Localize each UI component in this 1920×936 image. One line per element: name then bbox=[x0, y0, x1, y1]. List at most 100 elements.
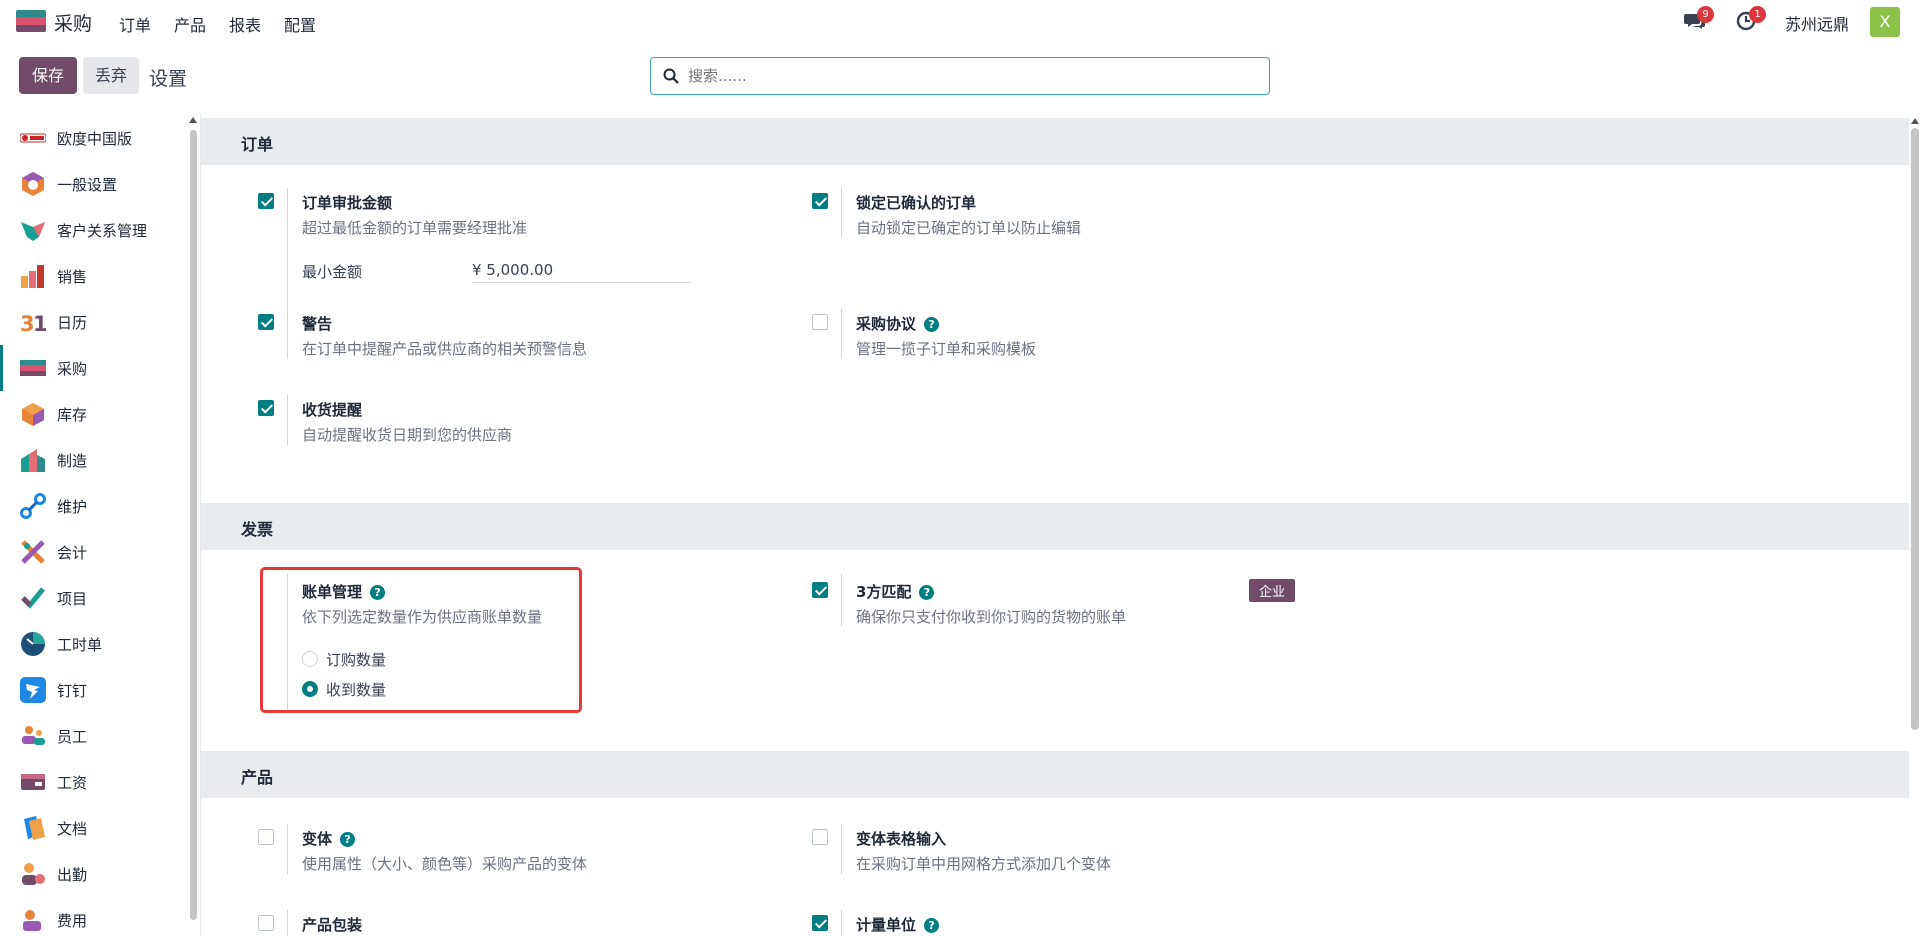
warnings-title: 警告 bbox=[302, 315, 333, 333]
min-amount-label: 最小金额 bbox=[302, 263, 363, 281]
warnings-checkbox[interactable] bbox=[258, 314, 274, 330]
help-icon[interactable]: ? bbox=[919, 585, 935, 600]
activities-count-badge: 1 bbox=[1749, 6, 1766, 23]
save-button[interactable]: 保存 bbox=[19, 57, 77, 94]
receipt-reminder-checkbox[interactable] bbox=[258, 400, 274, 416]
sidebar-item-label: 员工 bbox=[57, 727, 88, 746]
divider bbox=[287, 395, 288, 445]
variants-label: 变体 bbox=[302, 830, 333, 848]
search-icon bbox=[663, 68, 679, 84]
sidebar-item-label: 维护 bbox=[57, 497, 88, 516]
general-settings-icon bbox=[22, 172, 44, 196]
warnings-description: 在订单中提醒产品或供应商的相关预警信息 bbox=[302, 340, 588, 358]
payroll-icon bbox=[21, 774, 45, 790]
settings-content: 订单 订单审批金额 超过最低金额的订单需要经理批准 最小金额 ¥ 5,000.0… bbox=[200, 115, 1909, 936]
variant-grid-entry-checkbox[interactable] bbox=[812, 829, 828, 845]
accounting-icon bbox=[21, 540, 45, 564]
sidebar-item-label: 销售 bbox=[57, 267, 88, 286]
divider bbox=[287, 824, 288, 874]
sidebar-item-odoo-cn[interactable]: 欧度中国版 bbox=[0, 115, 190, 161]
sidebar-item-purchase[interactable]: 采购 bbox=[0, 345, 190, 391]
svg-text:1: 1 bbox=[33, 312, 46, 335]
sidebar-item-label: 一般设置 bbox=[57, 175, 118, 194]
order-approval-description: 超过最低金额的订单需要经理批准 bbox=[302, 219, 528, 237]
menu-item-products[interactable]: 产品 bbox=[174, 12, 206, 36]
divider bbox=[841, 188, 842, 238]
section-header-invoicing: 发票 bbox=[201, 503, 1909, 550]
divider bbox=[841, 574, 842, 626]
sidebar-item-label: 客户关系管理 bbox=[57, 221, 148, 240]
sidebar-item-attendance[interactable]: 出勤 bbox=[0, 851, 190, 897]
sidebar-item-accounting[interactable]: 会计 bbox=[0, 529, 190, 575]
main-scrollbar[interactable] bbox=[1911, 128, 1919, 730]
sidebar-item-timesheet[interactable]: 工时单 bbox=[0, 621, 190, 667]
purchase-app-icon[interactable] bbox=[16, 10, 46, 32]
units-of-measure-checkbox[interactable] bbox=[812, 915, 828, 931]
search-box[interactable] bbox=[650, 57, 1270, 95]
annotation-highlight-box bbox=[260, 567, 582, 713]
menu-item-orders[interactable]: 订单 bbox=[119, 12, 151, 36]
project-icon bbox=[21, 587, 45, 609]
main-scroll-up-arrow[interactable] bbox=[1911, 118, 1919, 124]
sidebar-item-dingtalk[interactable]: 钉钉 bbox=[0, 667, 190, 713]
three-way-matching-checkbox[interactable] bbox=[812, 582, 828, 598]
section-header-orders: 订单 bbox=[201, 118, 1909, 165]
sidebar-item-label: 日历 bbox=[57, 313, 88, 332]
timesheet-icon bbox=[21, 632, 45, 656]
messages-count-badge: 9 bbox=[1697, 6, 1714, 23]
search-input[interactable] bbox=[688, 58, 1258, 94]
receipt-reminder-title: 收货提醒 bbox=[302, 401, 363, 419]
company-switcher[interactable]: 苏州远鼎 bbox=[1785, 11, 1849, 35]
menu-item-configuration[interactable]: 配置 bbox=[284, 12, 316, 36]
sidebar-item-maintenance[interactable]: 维护 bbox=[0, 483, 190, 529]
sidebar-item-payroll[interactable]: 工资 bbox=[0, 759, 190, 805]
sidebar-item-label: 费用 bbox=[57, 911, 88, 930]
odoo-cn-icon bbox=[20, 133, 46, 143]
documents-icon bbox=[24, 816, 45, 840]
sidebar-item-inventory[interactable]: 库存 bbox=[0, 391, 190, 437]
help-icon[interactable]: ? bbox=[340, 832, 356, 847]
three-way-matching-title: 3方匹配? bbox=[856, 581, 935, 602]
sidebar-item-expenses[interactable]: 费用 bbox=[0, 897, 190, 936]
crm-icon bbox=[21, 222, 45, 241]
sidebar-item-label: 库存 bbox=[57, 405, 88, 424]
sidebar-item-project[interactable]: 项目 bbox=[0, 575, 190, 621]
min-amount-field[interactable]: ¥ 5,000.00 bbox=[472, 257, 690, 283]
order-approval-checkbox[interactable] bbox=[258, 193, 274, 209]
attendance-icon bbox=[22, 863, 45, 885]
breadcrumb-settings: 设置 bbox=[149, 68, 188, 90]
sidebar-item-documents[interactable]: 文档 bbox=[0, 805, 190, 851]
menu-item-reports[interactable]: 报表 bbox=[229, 12, 261, 36]
expenses-icon bbox=[23, 910, 41, 931]
help-icon[interactable]: ? bbox=[924, 317, 940, 332]
sidebar-item-sales[interactable]: 销售 bbox=[0, 253, 190, 299]
sidebar-item-label: 文档 bbox=[57, 819, 88, 838]
sidebar-item-label: 欧度中国版 bbox=[57, 129, 133, 148]
sidebar-item-general-settings[interactable]: 一般设置 bbox=[0, 161, 190, 207]
sidebar-scrollbar[interactable] bbox=[190, 130, 197, 920]
app-name[interactable]: 采购 bbox=[54, 9, 92, 36]
variants-checkbox[interactable] bbox=[258, 829, 274, 845]
manufacturing-icon bbox=[21, 449, 45, 472]
purchase-agreements-checkbox[interactable] bbox=[812, 314, 828, 330]
sidebar-item-label: 项目 bbox=[57, 589, 88, 608]
product-packaging-checkbox[interactable] bbox=[258, 915, 274, 931]
settings-app-sidebar: 欧度中国版 一般设置 客户关系管理 销售 31 日历 采购 库存 制造 维护 会… bbox=[0, 115, 200, 936]
sidebar-item-label: 钉钉 bbox=[57, 681, 88, 700]
sidebar-scroll-up-arrow[interactable] bbox=[189, 117, 197, 123]
lock-confirmed-orders-checkbox[interactable] bbox=[812, 193, 828, 209]
sidebar-item-manufacturing[interactable]: 制造 bbox=[0, 437, 190, 483]
enterprise-badge: 企业 bbox=[1249, 579, 1296, 602]
sidebar-item-employees[interactable]: 员工 bbox=[0, 713, 190, 759]
inventory-icon bbox=[22, 403, 44, 426]
variant-grid-entry-title: 变体表格输入 bbox=[856, 830, 947, 848]
sidebar-item-crm[interactable]: 客户关系管理 bbox=[0, 207, 190, 253]
sidebar-item-calendar[interactable]: 31 日历 bbox=[0, 299, 190, 345]
lock-orders-title: 锁定已确认的订单 bbox=[856, 194, 977, 212]
help-icon[interactable]: ? bbox=[924, 918, 940, 933]
user-avatar[interactable]: X bbox=[1870, 7, 1900, 37]
divider bbox=[841, 910, 842, 936]
discard-button[interactable]: 丢弃 bbox=[83, 57, 139, 94]
variants-description: 使用属性（大小、颜色等）采购产品的变体 bbox=[302, 855, 588, 873]
sales-icon bbox=[21, 265, 44, 288]
